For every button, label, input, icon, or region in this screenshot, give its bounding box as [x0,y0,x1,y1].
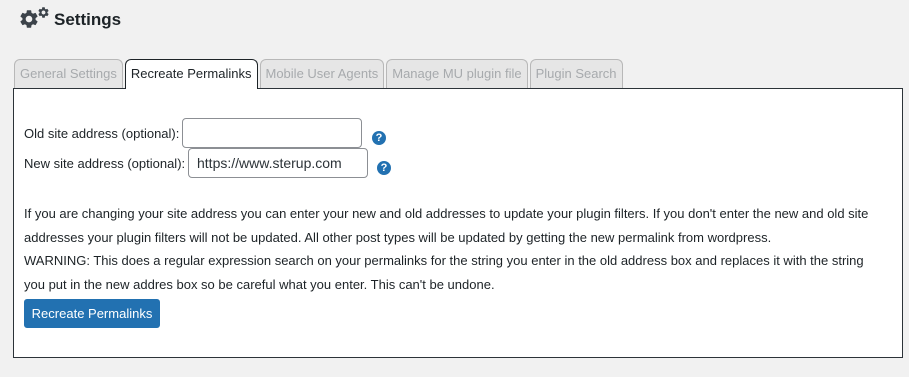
new-address-input[interactable] [188,148,368,178]
old-address-input[interactable] [182,118,362,148]
tab-manage-mu-plugin-file[interactable]: Manage MU plugin file [386,59,528,88]
settings-tabs: General Settings Recreate Permalinks Mob… [14,59,625,89]
warning-text: WARNING: This does a regular expression … [24,253,864,292]
page-title: Settings [54,10,122,29]
gear-icon [18,6,50,34]
new-address-help-icon[interactable]: ? [377,161,391,175]
recreate-permalinks-panel: Old site address (optional): ? New site … [13,88,903,358]
old-address-help-icon[interactable]: ? [372,131,386,145]
recreate-permalinks-button[interactable]: Recreate Permalinks [24,299,160,328]
tab-plugin-search[interactable]: Plugin Search [529,59,623,88]
description: If you are changing your site address yo… [24,202,884,296]
page-header: Settings [18,6,121,34]
tab-general-settings[interactable]: General Settings [14,59,123,88]
tab-mobile-user-agents[interactable]: Mobile User Agents [259,59,385,88]
description-paragraph: If you are changing your site address yo… [24,206,869,245]
tab-recreate-permalinks[interactable]: Recreate Permalinks [124,59,258,89]
new-address-label: New site address (optional): [24,156,186,171]
old-address-label: Old site address (optional): [24,126,180,141]
